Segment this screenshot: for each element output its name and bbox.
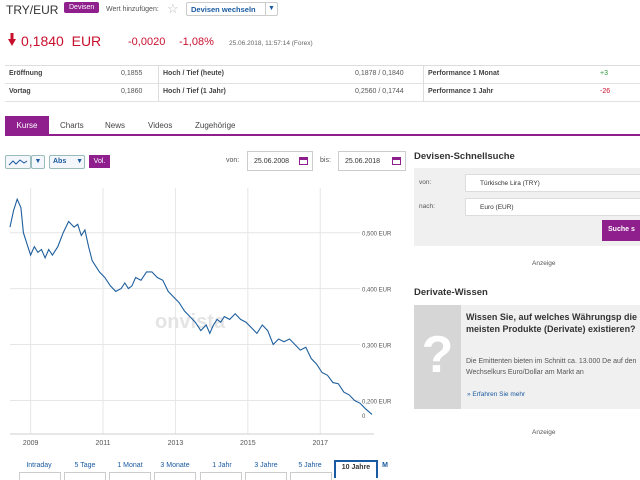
- date-from-value: 25.06.2008: [254, 158, 290, 165]
- period-5-days[interactable]: 5 Tage: [65, 462, 105, 469]
- question-mark-icon: ?: [414, 305, 461, 409]
- price-chart[interactable]: 2009 2011 2013 2015 2017 0,500 EUR 0,400 EUR 0,…: [0, 180, 410, 455]
- divider: [423, 66, 424, 84]
- stat-label: Eröffnung: [9, 70, 43, 77]
- stat-value: 0,2560 / 0,1744: [355, 88, 404, 95]
- x-tick-label: 2013: [168, 440, 184, 447]
- price-series-line: [9, 197, 373, 415]
- tab-charts[interactable]: Charts: [60, 116, 84, 134]
- x-tick-label: 2017: [312, 440, 328, 447]
- add-value-label: Wert hinzufügen:: [106, 6, 159, 13]
- tab-videos[interactable]: Videos: [148, 116, 172, 134]
- divider: [158, 84, 159, 102]
- tab-bar: Kurse Charts News Videos Zugehörige: [5, 116, 640, 136]
- period-3-months[interactable]: 3 Monate: [155, 462, 195, 469]
- stat-label: Performance 1 Jahr: [428, 88, 494, 95]
- x-tick-label: 2015: [240, 440, 256, 447]
- chevron-down-icon[interactable]: ▼: [31, 155, 45, 169]
- period-thumbnail: [64, 472, 106, 480]
- y-tick-label: 0,300 EUR: [362, 344, 392, 350]
- quick-search-from-label: von:: [419, 179, 432, 186]
- quick-search-title: Devisen-Schnellsuche: [414, 151, 515, 162]
- stat-label: Hoch / Tief (heute): [163, 70, 224, 77]
- search-button[interactable]: Suche s: [602, 220, 640, 241]
- date-from-field[interactable]: 25.06.2008: [247, 151, 313, 171]
- derivate-question: Wissen Sie, auf welches Währungsp die me…: [466, 312, 637, 334]
- x-tick-label: 2011: [96, 440, 111, 447]
- price: 0,1840 EUR: [21, 33, 101, 49]
- line-chart-icon: [8, 159, 28, 166]
- ad-label: Anzeige: [532, 260, 556, 267]
- currency-switch-dropdown[interactable]: Devisen wechseln ▼: [186, 2, 278, 16]
- calendar-icon[interactable]: [392, 157, 401, 165]
- currency-switch-label: Devisen wechseln: [191, 5, 256, 14]
- derivate-title: Derivate-Wissen: [414, 287, 488, 298]
- derivate-body: Die Emittenten bieten im Schnitt ca. 13.…: [466, 358, 637, 376]
- page-title: TRY/EUR: [6, 3, 59, 17]
- quick-search-to-select[interactable]: Euro (EUR): [465, 198, 640, 216]
- stat-label: Performance 1 Monat: [428, 70, 500, 77]
- stat-value: 0,1855: [121, 70, 143, 77]
- y-tick-label: 0: [362, 414, 366, 420]
- learn-more-link[interactable]: » Erfahren Sie mehr: [467, 391, 525, 398]
- divider: [423, 84, 424, 102]
- stat-value: -26: [600, 88, 611, 95]
- period-1-year[interactable]: 1 Jahr: [202, 462, 242, 469]
- date-to-value: 25.06.2018: [345, 158, 381, 165]
- stats-row: Eröffnung 0,1855 Hoch / Tief (heute) 0,1…: [5, 66, 640, 84]
- price-currency: EUR: [71, 33, 102, 49]
- quote-timestamp: 25.06.2018, 11:57:14 (Forex): [229, 40, 313, 47]
- period-thumbnail: [290, 472, 332, 480]
- line-type-button[interactable]: [5, 155, 31, 169]
- y-tick-label: 0,500 EUR: [362, 232, 392, 238]
- scale-select[interactable]: Abs ▼: [49, 155, 85, 169]
- volume-toggle-button[interactable]: Vol.: [89, 155, 110, 168]
- change-absolute: -0,0020: [128, 36, 166, 48]
- currency-type-badge: Devisen: [64, 2, 100, 13]
- down-arrow-icon: [8, 33, 16, 46]
- chevron-down-icon: ▼: [265, 3, 277, 15]
- period-max[interactable]: M: [380, 462, 390, 469]
- date-to-label: bis:: [320, 157, 331, 164]
- chevron-down-icon: ▼: [76, 158, 83, 165]
- stat-value: 0,1878 / 0,1840: [355, 70, 404, 77]
- calendar-icon[interactable]: [299, 157, 308, 165]
- period-thumbnail: [200, 472, 242, 480]
- period-thumbnail: [245, 472, 287, 480]
- period-5-years[interactable]: 5 Jahre: [290, 462, 330, 469]
- change-percent: -1,08%: [179, 36, 214, 48]
- period-1-month[interactable]: 1 Monat: [110, 462, 150, 469]
- date-from-label: von:: [226, 157, 240, 164]
- period-intraday[interactable]: Intraday: [19, 462, 59, 469]
- period-10-years[interactable]: 10 Jahre: [334, 460, 378, 478]
- stat-value: 0,1860: [121, 88, 143, 95]
- divider: [158, 66, 159, 84]
- tab-news[interactable]: News: [105, 116, 125, 134]
- tab-zugehoerige[interactable]: Zugehörige: [195, 116, 235, 134]
- stat-value: +3: [600, 70, 608, 77]
- period-3-years[interactable]: 3 Jahre: [246, 462, 286, 469]
- x-tick-label: 2009: [23, 440, 39, 447]
- stat-label: Vortag: [9, 88, 31, 95]
- stats-row: Vortag 0,1860 Hoch / Tief (1 Jahr) 0,256…: [5, 84, 640, 102]
- quick-search-to-label: nach:: [419, 203, 435, 210]
- star-icon[interactable]: ☆: [167, 2, 179, 15]
- y-tick-label: 0,400 EUR: [362, 288, 392, 294]
- tab-kurse[interactable]: Kurse: [5, 116, 49, 134]
- stat-label: Hoch / Tief (1 Jahr): [163, 88, 226, 95]
- period-thumbnail: [154, 472, 196, 480]
- scale-select-value: Abs: [53, 158, 67, 165]
- y-tick-label: 0,200 EUR: [362, 399, 392, 405]
- period-thumbnail: [109, 472, 151, 480]
- quick-search-from-select[interactable]: Türkische Lira (TRY): [465, 174, 640, 192]
- period-thumbnail: [19, 472, 61, 480]
- date-to-field[interactable]: 25.06.2018: [338, 151, 406, 171]
- ad-label: Anzeige: [532, 429, 556, 436]
- stats-table: Eröffnung 0,1855 Hoch / Tief (heute) 0,1…: [5, 65, 640, 102]
- price-value: 0,1840: [21, 33, 64, 49]
